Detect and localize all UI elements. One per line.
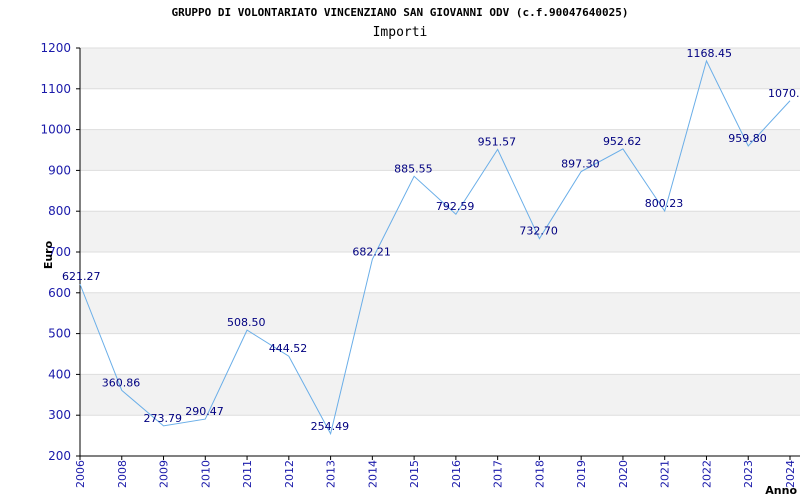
y-tick-label: 300	[48, 408, 71, 422]
y-tick-label: 800	[48, 204, 71, 218]
y-tick-label: 1000	[40, 123, 71, 137]
y-tick-label: 400	[48, 367, 71, 381]
data-label: 959.80	[728, 132, 767, 145]
x-axis-label: Anno	[765, 484, 797, 497]
data-label: 885.55	[394, 162, 433, 175]
y-axis-label: Euro	[42, 240, 55, 269]
data-label: 360.86	[102, 376, 141, 389]
data-label: 682.21	[352, 245, 391, 258]
x-tick-label: 2008	[116, 460, 129, 488]
x-tick-label: 2012	[283, 460, 296, 488]
data-label: 254.49	[311, 420, 350, 433]
grid-band	[80, 333, 800, 375]
x-tick-label: 2006	[74, 460, 87, 488]
x-tick-label: 2015	[408, 460, 421, 488]
x-tick-label: 2020	[617, 460, 630, 488]
x-tick-label: 2016	[450, 460, 463, 488]
y-tick-label: 1100	[40, 82, 71, 96]
y-tick-label: 600	[48, 286, 71, 300]
grid-band	[80, 292, 800, 334]
line-chart: 200300400500600700800900100011001200 200…	[40, 41, 800, 497]
y-tick-label: 500	[48, 327, 71, 341]
y-tick-label: 200	[48, 449, 71, 463]
data-label: 792.59	[436, 200, 475, 213]
y-tick-label: 1200	[40, 41, 71, 55]
x-tick-label: 2010	[199, 460, 212, 488]
x-tick-label: 2018	[533, 460, 546, 488]
grid-band	[80, 88, 800, 130]
grid-band	[80, 252, 800, 293]
data-label: 1070.70	[768, 87, 800, 100]
x-tick-label: 2022	[700, 460, 713, 488]
data-label: 732.70	[519, 225, 558, 238]
x-tick-label: 2021	[659, 460, 672, 488]
data-label: 508.50	[227, 316, 266, 329]
x-tick-label: 2014	[366, 460, 379, 488]
x-tick-label: 2017	[492, 460, 505, 488]
x-tick-label: 2023	[742, 460, 755, 488]
grid-band	[80, 211, 800, 252]
grid-band	[80, 415, 800, 456]
y-tick-label: 900	[48, 163, 71, 177]
data-label: 952.62	[603, 135, 642, 148]
x-tick-label: 2019	[575, 460, 588, 488]
data-label: 897.30	[561, 158, 600, 171]
data-label: 951.57	[478, 135, 517, 148]
data-label: 800.23	[645, 197, 684, 210]
x-tick-label: 2013	[325, 460, 338, 488]
grid-band	[80, 129, 800, 171]
x-tick-label: 2011	[241, 460, 254, 488]
data-label: 273.79	[144, 412, 183, 425]
data-label: 444.52	[269, 342, 308, 355]
data-label: 1168.45	[686, 47, 732, 60]
x-tick-label: 2009	[158, 460, 171, 488]
data-label: 621.27	[62, 270, 101, 283]
data-label: 290.47	[185, 405, 224, 418]
